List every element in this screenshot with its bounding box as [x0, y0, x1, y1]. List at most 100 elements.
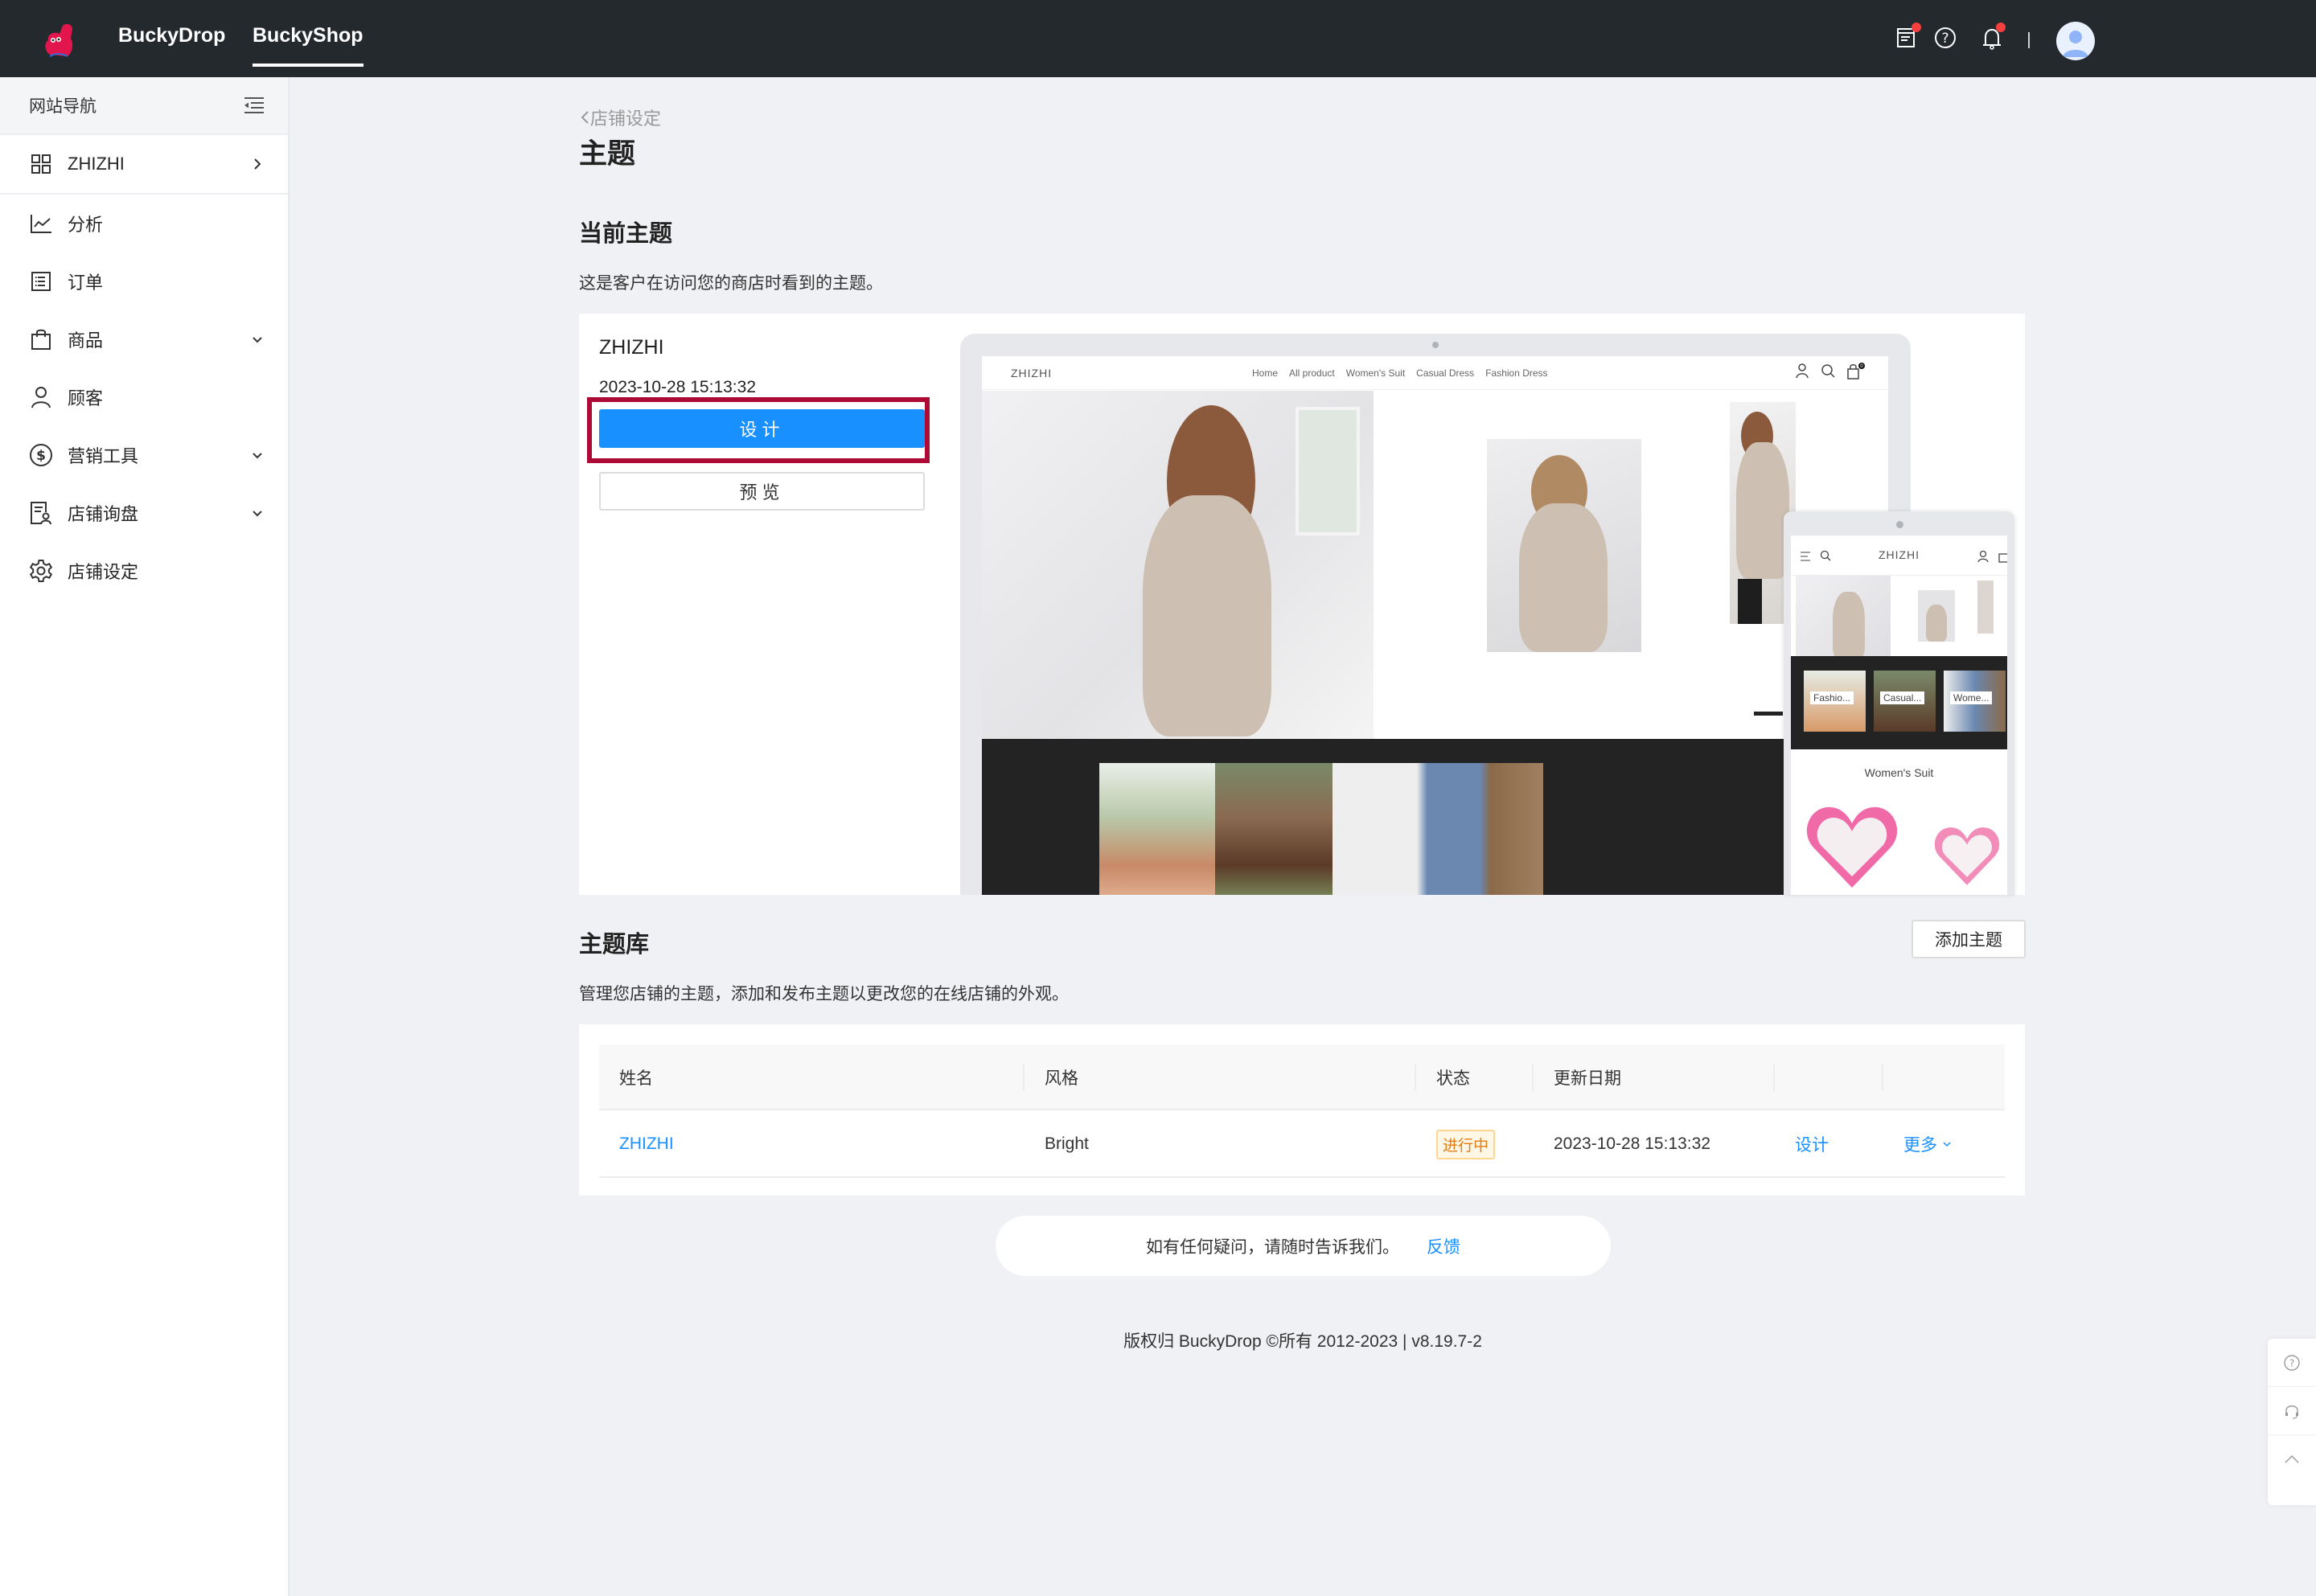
page-title: 主题 — [579, 138, 636, 170]
sidebar-item-store[interactable]: ZHIZHI — [0, 135, 288, 195]
preview-nav-link: Casual Dress — [1416, 367, 1475, 379]
menu-collapse-icon[interactable] — [243, 96, 265, 115]
mobile-hero-image-3 — [1977, 581, 1994, 634]
copyright: 版权归 BuckyDrop ©所有 2012-2023 | v8.19.7-2 — [0, 1328, 2316, 1352]
preview-nav-link: Women's Suit — [1345, 367, 1406, 379]
sidebar-item-store-settings[interactable]: 店铺设定 — [0, 542, 288, 600]
chevron-left-icon — [581, 111, 589, 124]
current-theme-card: ZHIZHI 2023-10-28 15:13:32 设计 预览 ZHIZHI … — [579, 314, 2025, 895]
add-theme-button[interactable]: 添加主题 — [1912, 920, 2026, 958]
mobile-preview-screen: ZHIZHI Fashio... Casual... Wome... Women… — [1791, 535, 2007, 895]
float-support-button[interactable] — [2268, 1387, 2316, 1435]
float-help-button[interactable]: ? — [2268, 1339, 2316, 1387]
preview-nav-link: Fashion Dress — [1485, 367, 1548, 379]
svg-text:?: ? — [2289, 1357, 2294, 1368]
top-header: BuckyDrop BuckyShop ? — [0, 0, 2316, 77]
sidebar-item-label: 店铺设定 — [68, 562, 139, 582]
mobile-section-title: Women's Suit — [1864, 766, 1934, 779]
mobile-logo: ZHIZHI — [1878, 548, 1920, 561]
camera-dot — [1432, 342, 1439, 348]
help-icon[interactable]: ? — [1932, 24, 1959, 51]
sidebar-item-label: 订单 — [68, 273, 104, 293]
status-badge: 进行中 — [1436, 1129, 1496, 1159]
svg-text:0: 0 — [1860, 363, 1863, 369]
cart-icon — [1998, 553, 2007, 563]
desktop-preview: ZHIZHI Home All product Women's Suit Cas… — [960, 334, 1911, 895]
slider-indicator — [1754, 712, 1783, 716]
sidebar-header: 网站导航 — [0, 77, 288, 135]
theme-name: ZHIZHI — [599, 336, 664, 359]
search-icon — [1821, 364, 1835, 378]
feedback-text: 如有任何疑问，请随时告诉我们。 — [1146, 1237, 1399, 1257]
chevron-down-icon — [253, 453, 262, 459]
sidebar-item-orders[interactable]: 订单 — [0, 252, 288, 310]
dollar-circle-icon: $ — [29, 443, 53, 467]
sidebar-item-label: 分析 — [68, 215, 104, 235]
sidebar-title: 网站导航 — [29, 97, 96, 116]
sidebar-item-marketing[interactable]: $ 营销工具 — [0, 426, 288, 484]
column-divider — [1773, 1064, 1775, 1091]
announcement-icon[interactable] — [1894, 23, 1921, 51]
breadcrumb-label: 店铺设定 — [590, 109, 662, 129]
mobile-category-womens: Wome... — [1944, 671, 2006, 732]
cart-icon: 0 — [1847, 363, 1865, 380]
user-icon — [29, 385, 53, 409]
unread-dot — [1996, 23, 2006, 32]
tab-buckydrop[interactable]: BuckyDrop — [118, 24, 225, 47]
sidebar: 网站导航 ZHIZHI 分析 订单 商品 顾客 $ 营销工具 店铺询盘 店铺设定 — [0, 77, 290, 1596]
preview-button[interactable]: 预览 — [599, 472, 925, 511]
unread-dot — [1912, 23, 1921, 32]
back-to-top-icon — [2285, 1455, 2299, 1463]
preview-navbar: ZHIZHI Home All product Women's Suit Cas… — [982, 356, 1888, 390]
product-image-heart-earrings — [1806, 806, 1898, 888]
order-list-icon — [29, 269, 53, 293]
sidebar-item-analytics[interactable]: 分析 — [0, 195, 288, 252]
camera-dot — [1896, 521, 1903, 528]
sidebar-item-inquiries[interactable]: 店铺询盘 — [0, 484, 288, 542]
sidebar-item-label: 营销工具 — [68, 446, 139, 466]
mobile-hero-image-2 — [1918, 590, 1955, 642]
preview-logo: ZHIZHI — [1011, 366, 1053, 380]
preview-nav-links: Home All product Women's Suit Casual Dre… — [1252, 367, 1548, 379]
chevron-down-icon — [1943, 1142, 1951, 1147]
theme-library-description: 管理您店铺的主题，添加和发布主题以更改您的在线店铺的外观。 — [579, 985, 1069, 1003]
row-more-dropdown[interactable]: 更多 — [1883, 1110, 1952, 1178]
product-image-heart-earrings-2 — [1934, 827, 2000, 885]
gear-icon — [29, 559, 53, 583]
row-design-link[interactable]: 设计 — [1795, 1132, 1829, 1156]
breadcrumb-back[interactable]: 店铺设定 — [579, 105, 661, 130]
account-icon — [1977, 550, 1989, 563]
float-back-to-top-button[interactable] — [2268, 1435, 2316, 1483]
tab-buckyshop[interactable]: BuckyShop — [253, 24, 363, 67]
store-name: ZHIZHI — [68, 154, 125, 174]
sidebar-item-label: 顾客 — [68, 388, 104, 408]
design-button[interactable]: 设计 — [599, 409, 925, 448]
user-avatar[interactable] — [2056, 22, 2095, 60]
category-image-womens-suit — [1333, 763, 1543, 895]
preview-nav-link: Home — [1252, 367, 1279, 379]
chevron-right-icon — [254, 158, 261, 170]
more-label: 更多 — [1903, 1136, 1937, 1155]
grid-icon — [29, 152, 53, 176]
feedback-link[interactable]: 反馈 — [1427, 1234, 1460, 1258]
header-divider — [2028, 32, 2030, 48]
buckydrop-logo[interactable] — [35, 19, 80, 64]
notification-bell-icon[interactable] — [1978, 23, 2006, 51]
mobile-category-casual: Casual... — [1874, 671, 1936, 732]
mobile-category-fashion: Fashio... — [1804, 671, 1866, 732]
column-header-status: 状态 — [1436, 1069, 1470, 1088]
column-header-style: 风格 — [1045, 1069, 1078, 1088]
sidebar-item-customers[interactable]: 顾客 — [0, 368, 288, 426]
svg-text:?: ? — [1941, 31, 1948, 47]
account-icon — [1796, 363, 1809, 379]
theme-table: 姓名 风格 状态 更新日期 ZHIZHI Bright 进行中 2023-10-… — [579, 1024, 2025, 1196]
theme-name-link[interactable]: ZHIZHI — [619, 1134, 674, 1154]
theme-style: Bright — [1045, 1134, 1089, 1153]
chevron-down-icon — [253, 337, 262, 343]
current-theme-title: 当前主题 — [579, 221, 673, 247]
chevron-down-icon — [253, 511, 262, 517]
sidebar-item-label: 商品 — [68, 330, 104, 351]
desktop-preview-screen: ZHIZHI Home All product Women's Suit Cas… — [982, 356, 1888, 895]
sidebar-item-products[interactable]: 商品 — [0, 310, 288, 368]
theme-updated-date: 2023-10-28 15:13:32 — [599, 378, 756, 396]
